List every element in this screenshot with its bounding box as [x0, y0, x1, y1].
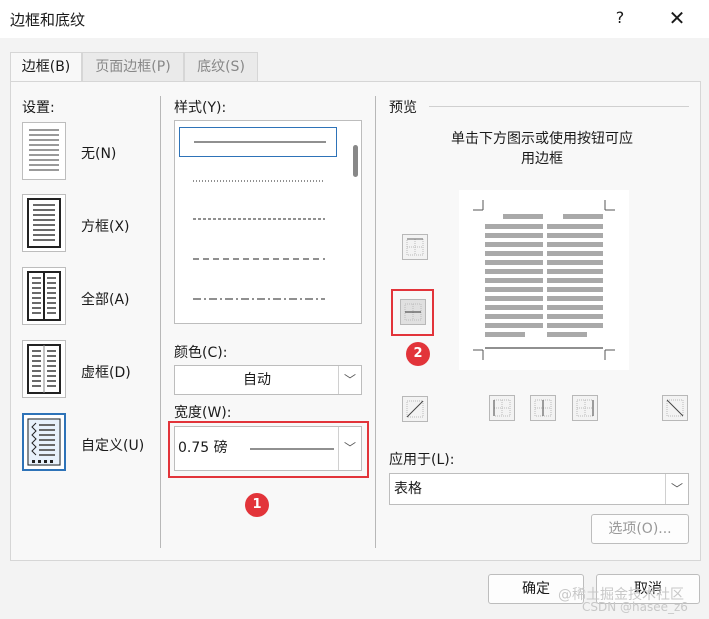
preview-text-bar: [485, 305, 543, 310]
preview-text-bar: [563, 214, 603, 219]
preview-text-bar: [547, 251, 603, 256]
preview-text-bar: [547, 305, 603, 310]
annotation-badge-2: 2: [406, 342, 430, 366]
right-border-button[interactable]: [572, 395, 598, 421]
dialog-title: 边框和底纹: [10, 11, 86, 29]
style-dashed[interactable]: [179, 245, 337, 275]
grid-border-icon[interactable]: [22, 340, 66, 398]
chevron-down-icon[interactable]: ﹀: [665, 474, 688, 504]
setting-none-label[interactable]: 无(N): [81, 143, 116, 163]
tab-panel: 设置: 无(N) 方框(X) 全部(A) 虚框(D) 自定义(U) 样式(Y):…: [10, 81, 701, 561]
color-label: 颜色(C):: [174, 345, 228, 361]
preview-text-bar: [485, 296, 543, 301]
preview-hint-line1: 单击下方图示或使用按钮可应: [451, 131, 633, 147]
close-button[interactable]: ✕: [662, 6, 692, 32]
color-dropdown[interactable]: 自动 ﹀: [174, 365, 362, 395]
column-divider-left: [160, 96, 161, 548]
width-line-preview: [250, 448, 334, 450]
preview-text-bar: [547, 287, 603, 292]
apply-to-value: 表格: [394, 481, 422, 497]
preview-text-bar: [547, 260, 603, 265]
preview-header-rule: [429, 106, 689, 107]
setting-custom-label[interactable]: 自定义(U): [81, 435, 144, 455]
preview-text-bar: [547, 296, 603, 301]
preview-text-bar: [485, 278, 543, 283]
box-border-icon[interactable]: [22, 194, 66, 252]
preview-text-bar: [485, 251, 543, 256]
style-dash-dot[interactable]: [179, 285, 337, 315]
setting-grid-label[interactable]: 虚框(D): [81, 362, 131, 382]
style-list-scrollbar[interactable]: [353, 145, 358, 177]
tab-page-borders[interactable]: 页面边框(P): [82, 52, 184, 83]
preview-text-bar: [547, 278, 603, 283]
left-border-button[interactable]: [489, 395, 515, 421]
borders-shading-dialog: 边框和底纹 ? ✕ 边框(B) 页面边框(P) 底纹(S) 设置: 无(N) 方…: [0, 0, 709, 619]
preview-text-bar: [485, 287, 543, 292]
setting-all-label[interactable]: 全部(A): [81, 289, 130, 309]
preview-text-bar: [485, 269, 543, 274]
watermark-line2: CSDN @hasee_z6: [582, 600, 688, 614]
top-border-button[interactable]: [402, 234, 428, 260]
width-value: 0.75 磅: [178, 440, 228, 456]
style-dash-small[interactable]: [179, 205, 337, 235]
preview-text-bar: [547, 314, 603, 319]
tab-borders[interactable]: 边框(B): [10, 52, 82, 84]
annotation-badge-1: 1: [245, 493, 269, 517]
inside-horizontal-border-button[interactable]: [400, 299, 426, 325]
apply-to-dropdown[interactable]: 表格 ﹀: [389, 473, 689, 505]
tab-shading[interactable]: 底纹(S): [184, 52, 258, 83]
preview-text-bar: [547, 332, 587, 337]
style-label: 样式(Y):: [174, 100, 227, 116]
column-divider-right: [375, 96, 376, 548]
style-dotted[interactable]: [179, 167, 337, 197]
preview-text-bar: [485, 332, 525, 337]
preview-text-bar: [503, 214, 543, 219]
preview-label: 预览: [389, 100, 417, 116]
preview-text-bar: [485, 233, 543, 238]
chevron-down-icon[interactable]: ﹀: [338, 366, 361, 394]
preview-text-bar: [485, 260, 543, 265]
preview-text-bar: [547, 224, 603, 229]
color-value: 自动: [243, 372, 271, 388]
style-solid[interactable]: [179, 127, 337, 157]
diagonal-down-border-button[interactable]: [662, 395, 688, 421]
preview-text-bar: [547, 269, 603, 274]
diagonal-up-border-button[interactable]: [402, 396, 428, 422]
options-button[interactable]: 选项(O)...: [591, 514, 689, 544]
preview-text-bar: [547, 323, 603, 328]
apply-to-label: 应用于(L):: [389, 452, 455, 468]
title-bar: 边框和底纹 ? ✕: [0, 0, 709, 38]
preview-text-bar: [485, 224, 543, 229]
all-borders-icon[interactable]: [22, 267, 66, 325]
width-label: 宽度(W):: [174, 405, 232, 421]
preview-text-bar: [485, 242, 543, 247]
width-dropdown[interactable]: 0.75 磅 ﹀: [174, 426, 362, 471]
preview-hint-line2: 用边框: [521, 151, 563, 167]
preview-text-bar: [485, 314, 543, 319]
chevron-down-icon[interactable]: ﹀: [338, 427, 361, 470]
style-list[interactable]: [174, 120, 362, 324]
no-border-icon[interactable]: [22, 122, 66, 180]
preview-text-bar: [485, 323, 543, 328]
setting-box-label[interactable]: 方框(X): [81, 216, 130, 236]
inside-vertical-border-button[interactable]: [530, 395, 556, 421]
settings-label: 设置:: [22, 100, 55, 116]
preview-area[interactable]: [459, 190, 629, 370]
help-button[interactable]: ?: [608, 8, 632, 30]
preview-text-bar: [547, 233, 603, 238]
custom-border-icon[interactable]: [22, 413, 66, 471]
preview-text-bar: [547, 242, 603, 247]
